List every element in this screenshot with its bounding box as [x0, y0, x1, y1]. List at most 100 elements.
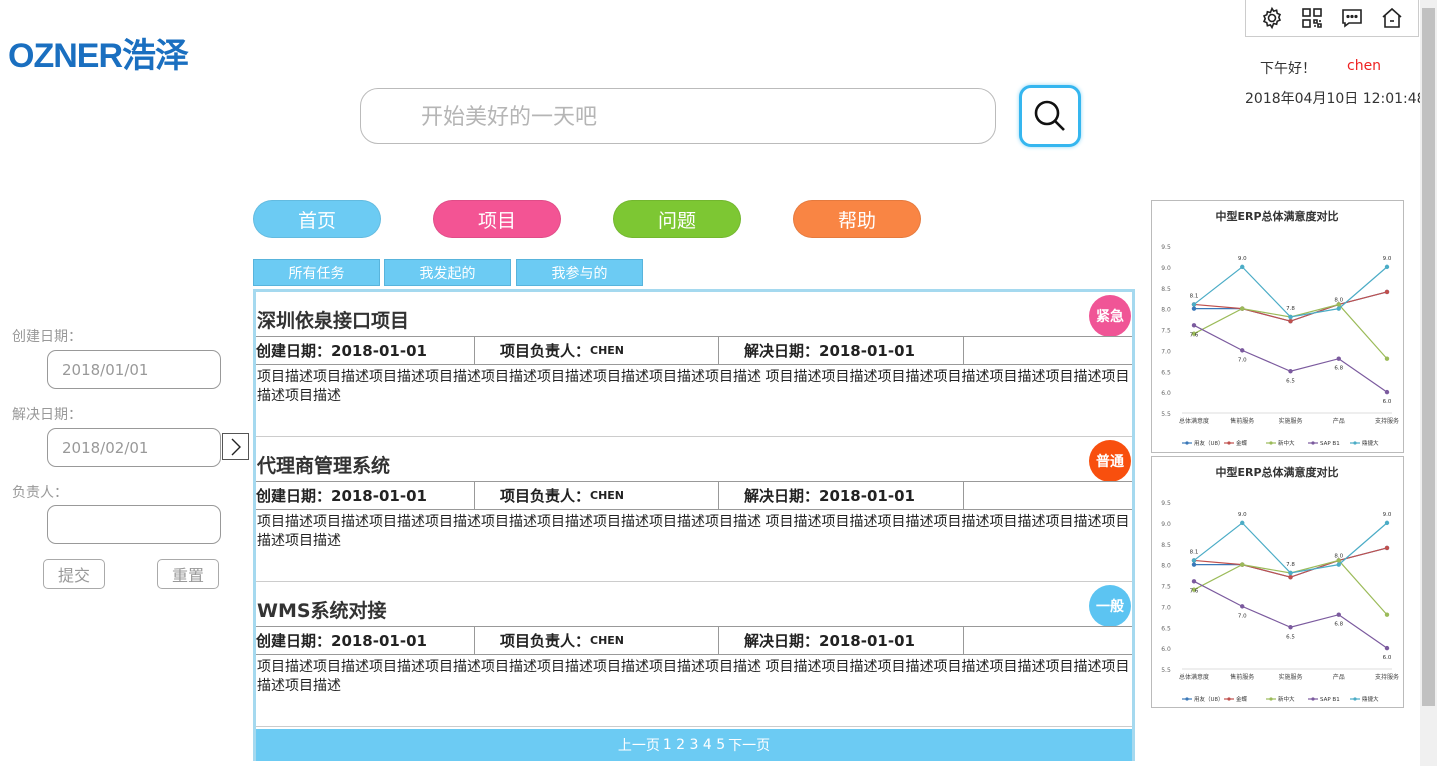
data-label: 7.8 — [1286, 306, 1295, 312]
owner-label: 负责人： — [12, 485, 68, 501]
project-description: 项目描述项目描述项目描述项目描述项目描述项目描述项目描述项目描述项目描述 项目描… — [257, 514, 1130, 549]
project-card[interactable]: 深圳依泉接口项目 紧急 创建日期：2018-01-01 项目负责人： CHEN 解… — [256, 292, 1132, 437]
expand-arrow-button[interactable] — [222, 433, 249, 460]
created-date-field[interactable] — [47, 350, 221, 389]
owner-label: 项目负责人： — [500, 487, 591, 505]
legend-marker — [1353, 697, 1357, 701]
data-label: 6.0 — [1383, 655, 1392, 661]
tab-initiated[interactable]: 我发起的 — [384, 259, 511, 286]
y-tick-label: 9.5 — [1161, 244, 1171, 251]
next-page-link[interactable]: 下一页 — [728, 735, 770, 755]
nav-project-button[interactable]: 项目 — [433, 200, 561, 238]
project-meta-row: 创建日期：2018-01-01 项目负责人： CHEN 解决日期：2018-01-… — [256, 626, 1132, 655]
empty-cell — [964, 337, 1132, 364]
owner-value: CHEN — [590, 344, 625, 357]
data-point — [1240, 264, 1245, 270]
data-point — [1384, 545, 1390, 551]
project-card[interactable]: 代理商管理系统 普通 创建日期：2018-01-01 项目负责人： CHEN 解决… — [256, 437, 1132, 582]
current-datetime: 2018年04月10日 12:01:48 — [1245, 91, 1426, 107]
project-description: 项目描述项目描述项目描述项目描述项目描述项目描述项目描述项目描述项目描述 项目描… — [257, 659, 1130, 694]
data-point — [1384, 520, 1390, 526]
data-point — [1384, 264, 1390, 270]
resolved-date-cell: 解决日期：2018-01-01 — [719, 482, 964, 509]
created-date-label: 创建日期： — [12, 329, 82, 345]
gear-icon[interactable] — [1258, 4, 1286, 32]
resolved-date-label: 解决日期： — [12, 407, 82, 423]
greeting-text: 下午好！ — [1260, 61, 1316, 77]
data-point — [1384, 389, 1390, 395]
search-box — [360, 88, 996, 145]
search-button[interactable] — [1019, 85, 1081, 147]
page-numbers[interactable]: 1 2 3 4 5 — [663, 737, 725, 753]
data-point — [1384, 612, 1390, 617]
project-title[interactable]: 代理商管理系统 — [257, 451, 390, 478]
resolved-date-field[interactable] — [47, 428, 221, 467]
y-tick-label: 6.0 — [1161, 646, 1171, 653]
series-line — [1193, 303, 1388, 360]
priority-badge: 一般 — [1089, 585, 1131, 627]
submit-button[interactable]: 提交 — [43, 559, 105, 589]
data-point — [1288, 625, 1293, 630]
data-label: 7.8 — [1286, 562, 1295, 568]
data-label: 6.5 — [1286, 378, 1295, 384]
search-input[interactable] — [419, 89, 983, 145]
tab-participated[interactable]: 我参与的 — [516, 259, 643, 286]
y-tick-label: 9.5 — [1161, 500, 1171, 507]
project-card[interactable]: WMS系统对接 一般 创建日期：2018-01-01 项目负责人： CHEN 解决… — [256, 582, 1132, 727]
tab-all-tasks[interactable]: 所有任务 — [253, 259, 380, 286]
owner-label: 项目负责人： — [500, 632, 591, 650]
priority-badge: 紧急 — [1089, 295, 1131, 337]
x-tick-label: 实施服务 — [1278, 417, 1302, 425]
message-icon[interactable] — [1338, 4, 1366, 32]
data-label: 6.5 — [1286, 634, 1295, 640]
legend-marker — [1311, 697, 1315, 701]
reset-button[interactable]: 重置 — [157, 559, 219, 589]
data-point — [1240, 520, 1245, 526]
home-icon[interactable] — [1378, 4, 1406, 32]
data-point — [1191, 323, 1197, 328]
qr-code-icon[interactable] — [1298, 4, 1326, 32]
y-tick-label: 7.5 — [1161, 584, 1171, 591]
data-label: 9.0 — [1383, 256, 1392, 262]
data-point — [1191, 558, 1197, 563]
line-chart-svg: 中型ERP总体满意度对比 5.5 6.0 6.5 7.0 7.5 8.0 8.5 9.0 9.5 总… — [1161, 209, 1399, 447]
data-point — [1336, 612, 1341, 617]
project-meta-row: 创建日期：2018-01-01 项目负责人： CHEN 解决日期：2018-01-… — [256, 481, 1132, 510]
data-label: 6.8 — [1334, 622, 1343, 628]
legend-marker — [1269, 441, 1273, 445]
project-list: 深圳依泉接口项目 紧急 创建日期：2018-01-01 项目负责人： CHEN 解… — [253, 289, 1135, 761]
nav-help-button[interactable]: 帮助 — [793, 200, 921, 238]
project-meta-row: 创建日期：2018-01-01 项目负责人： CHEN 解决日期：2018-01-… — [256, 336, 1132, 365]
project-title[interactable]: 深圳依泉接口项目 — [257, 306, 409, 333]
project-description: 项目描述项目描述项目描述项目描述项目描述项目描述项目描述项目描述项目描述 项目描… — [257, 369, 1130, 404]
data-point — [1336, 562, 1341, 567]
data-point — [1288, 369, 1293, 374]
nav-issue-button[interactable]: 问题 — [613, 200, 741, 238]
owner-field[interactable] — [47, 505, 221, 544]
x-tick-label: 总体满意度 — [1179, 417, 1209, 425]
legend-label: 金蝶 — [1236, 695, 1248, 703]
empty-cell — [964, 482, 1132, 509]
legend-label: SAP B1 — [1320, 697, 1340, 703]
data-point — [1240, 562, 1245, 567]
y-tick-label: 6.0 — [1161, 390, 1171, 397]
prev-page-link[interactable]: 上一页 — [618, 735, 660, 755]
resolved-date-cell: 解决日期：2018-01-01 — [719, 337, 964, 364]
nav-home-button[interactable]: 首页 — [253, 200, 381, 238]
legend-label: 用友（U8） — [1194, 695, 1224, 703]
scrollbar-thumb[interactable] — [1422, 8, 1435, 706]
y-tick-label: 7.5 — [1161, 328, 1171, 335]
data-label: 8.1 — [1190, 549, 1199, 555]
username-link[interactable]: chen — [1347, 58, 1381, 74]
owner-label: 项目负责人： — [500, 342, 591, 360]
data-label: 9.0 — [1383, 512, 1392, 518]
data-label: 6.0 — [1383, 399, 1392, 405]
created-date-cell: 创建日期：2018-01-01 — [256, 337, 475, 364]
legend-marker — [1311, 441, 1315, 445]
data-point — [1240, 306, 1245, 311]
pagination[interactable]: 上一页 1 2 3 4 5 下一页 — [256, 729, 1132, 761]
data-point — [1288, 314, 1293, 320]
data-point — [1384, 645, 1390, 651]
data-point — [1384, 356, 1390, 361]
project-title[interactable]: WMS系统对接 — [257, 596, 387, 623]
